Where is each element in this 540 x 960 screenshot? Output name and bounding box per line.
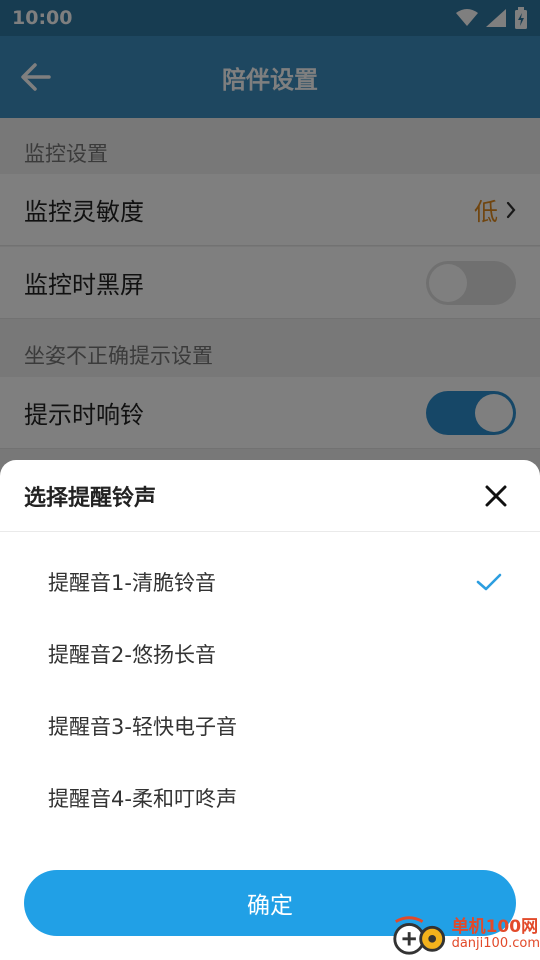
watermark-en: danji100.com [451,936,540,952]
watermark: 单机100网 danji100.com [390,910,540,960]
ringtone-sheet: 选择提醒铃声 提醒音1-清脆铃音 提醒音2-悠扬长音 提醒音3-轻快电子音 提醒… [0,460,540,960]
ringtone-option-3[interactable]: 提醒音3-轻快电子音 [0,690,540,762]
watermark-text: 单机100网 danji100.com [451,917,540,952]
close-button[interactable] [476,476,516,516]
ringtone-option-2[interactable]: 提醒音2-悠扬长音 [0,618,540,690]
watermark-logo-icon [393,916,446,955]
watermark-cn: 单机100网 [451,917,539,938]
option-label: 提醒音1-清脆铃音 [48,571,216,595]
ringtone-option-1[interactable]: 提醒音1-清脆铃音 [0,546,540,618]
option-label: 提醒音3-轻快电子音 [48,715,237,739]
sheet-title: 选择提醒铃声 [24,485,157,511]
option-label: 提醒音4-柔和叮咚声 [48,787,237,811]
sheet-header: 选择提醒铃声 [0,460,540,532]
ringtone-option-4[interactable]: 提醒音4-柔和叮咚声 [0,762,540,834]
option-label: 提醒音2-悠扬长音 [48,643,216,667]
check-icon [476,573,502,591]
close-icon [485,485,507,506]
